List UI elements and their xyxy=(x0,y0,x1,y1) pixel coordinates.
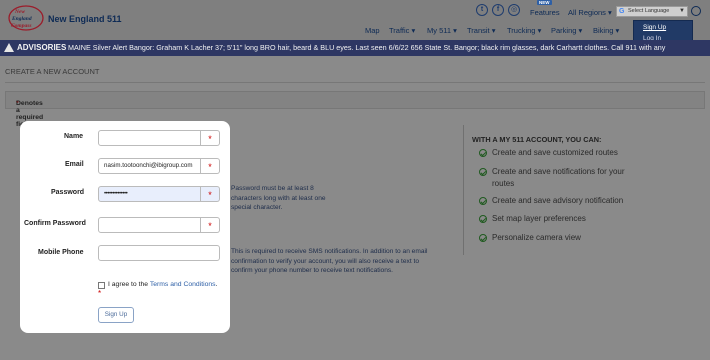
nav-my511[interactable]: My 511 ▾ xyxy=(427,26,457,35)
mobile-phone-label: Mobile Phone xyxy=(38,249,84,256)
terms-required-star: * xyxy=(98,289,102,298)
password-required-indicator: * xyxy=(201,186,220,202)
advisory-bar[interactable]: ADVISORIES MAINE Silver Alert Bangor: Gr… xyxy=(0,40,710,56)
terms-checkbox[interactable] xyxy=(98,282,105,289)
twitter-icon[interactable]: t xyxy=(476,4,488,16)
advisory-label: ADVISORIES xyxy=(17,43,67,52)
password-hint: Password must be at least 8 characters l… xyxy=(231,185,326,212)
svg-text:England: England xyxy=(11,16,32,22)
language-select[interactable]: G Select Language ▼ xyxy=(616,6,688,17)
name-label: Name xyxy=(64,133,84,140)
user-account-icon[interactable] xyxy=(691,6,701,16)
check-circle-icon xyxy=(479,215,487,223)
check-circle-icon xyxy=(479,168,487,176)
password-label: Password xyxy=(51,189,85,196)
benefits-title: WITH A MY 511 ACCOUNT, YOU CAN: xyxy=(472,135,602,144)
signup-form: Name * Email nasim.tootoonchi@ibigroup.c… xyxy=(20,121,230,333)
name-required-indicator: * xyxy=(201,130,220,146)
benefit-item-continued: routes xyxy=(492,179,515,188)
page-title: CREATE A NEW ACCOUNT xyxy=(5,67,100,76)
nav-map[interactable]: Map xyxy=(365,26,380,35)
check-circle-icon xyxy=(479,234,487,242)
confirm-password-label: Confirm Password xyxy=(24,220,86,227)
nav-transit[interactable]: Transit ▾ xyxy=(467,26,496,35)
required-field-note: * Denotes a required field xyxy=(5,91,705,128)
nav-biking[interactable]: Biking ▾ xyxy=(593,26,619,35)
region-selector[interactable]: All Regions ▾ xyxy=(568,8,612,17)
advisory-text: MAINE Silver Alert Bangor: Graham K Lach… xyxy=(68,43,666,52)
phone-hint: This is required to receive SMS notifica… xyxy=(231,248,428,275)
facebook-icon[interactable]: f xyxy=(492,4,504,16)
terms-agreement: I agree to the Terms and Conditions. xyxy=(108,281,218,288)
features-link[interactable]: Features xyxy=(530,8,560,17)
instagram-icon[interactable]: ◎ xyxy=(508,4,520,16)
site-header: New England Compass New England 511 t f … xyxy=(0,0,710,40)
nav-trucking[interactable]: Trucking ▾ xyxy=(507,26,541,35)
warning-icon xyxy=(4,43,14,52)
email-field[interactable]: nasim.tootoonchi@ibigroup.com xyxy=(98,158,201,174)
nav-traffic[interactable]: Traffic ▾ xyxy=(389,26,415,35)
svg-text:Compass: Compass xyxy=(11,23,31,29)
language-select-label: Select Language xyxy=(628,8,670,14)
password-field[interactable]: •••••••••••••• xyxy=(98,186,201,202)
name-field[interactable] xyxy=(98,130,201,146)
check-circle-icon xyxy=(479,149,487,157)
divider xyxy=(5,82,705,83)
svg-text:New: New xyxy=(14,9,25,15)
site-name: New England 511 xyxy=(48,14,122,24)
mobile-phone-field[interactable] xyxy=(98,245,220,261)
google-icon: G xyxy=(619,8,625,15)
divider xyxy=(463,125,464,255)
check-circle-icon xyxy=(479,197,487,205)
signup-menu-item[interactable]: Sign Up xyxy=(634,22,692,33)
new-badge: NEW xyxy=(537,0,552,5)
chevron-down-icon: ▼ xyxy=(679,8,685,14)
signup-button[interactable]: Sign Up xyxy=(98,307,134,323)
new-england-compass-logo[interactable]: New England Compass xyxy=(8,4,44,32)
confirm-password-required-indicator: * xyxy=(201,217,220,233)
email-required-indicator: * xyxy=(201,158,220,174)
confirm-password-field[interactable] xyxy=(98,217,201,233)
nav-parking[interactable]: Parking ▾ xyxy=(551,26,582,35)
terms-link[interactable]: Terms and Conditions xyxy=(150,281,216,288)
email-label: Email xyxy=(65,161,84,168)
